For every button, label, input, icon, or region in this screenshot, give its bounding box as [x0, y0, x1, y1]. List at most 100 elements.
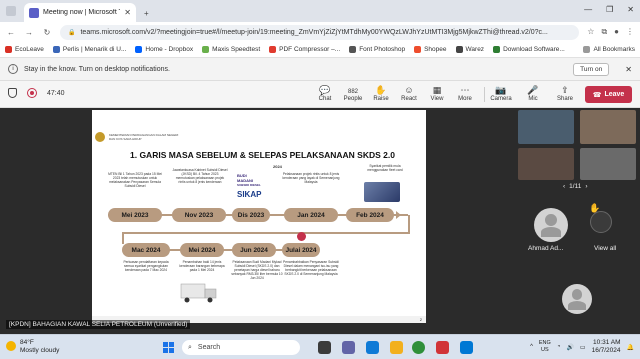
more-label: More: [458, 96, 472, 102]
participant-avatar[interactable]: [534, 208, 568, 242]
bookmark-label: Shopee: [424, 46, 447, 53]
timeline-arrow-icon: [396, 211, 401, 219]
weather-widget[interactable]: 84°F Mostly cloudy: [6, 339, 59, 355]
start-tile: [163, 348, 168, 353]
note-mei-2023: MTEN Bil 1 Tahun 2023 pada 15 Mei 2023 t…: [108, 172, 162, 188]
view-button[interactable]: ▦ View: [424, 84, 450, 102]
participant-video-tile[interactable]: [518, 148, 574, 180]
menu-icon[interactable]: ⋮: [626, 27, 634, 37]
url-field[interactable]: 🔒 teams.microsoft.com/v2/?meetingjoin=tr…: [60, 24, 580, 40]
previous-page-icon[interactable]: ‹: [563, 183, 565, 190]
clock-time: 10:31 AM: [593, 339, 621, 346]
all-bookmarks-button[interactable]: All Bookmarks: [583, 46, 635, 53]
more-button[interactable]: ⋯ More: [452, 84, 478, 102]
forward-button[interactable]: →: [24, 28, 34, 37]
participant-name: Ahmad Ad...: [528, 245, 564, 252]
clock[interactable]: 10:31 AM 16/7/2024: [592, 339, 621, 355]
teams-icon[interactable]: [342, 341, 355, 354]
bookmark-icon: [52, 46, 60, 53]
app-icon[interactable]: [436, 341, 449, 354]
bookmark-item[interactable]: Shopee: [414, 46, 447, 53]
shield-icon: [8, 88, 17, 98]
next-page-icon[interactable]: ›: [585, 183, 587, 190]
view-icon: ▦: [432, 85, 442, 95]
chrome-icon[interactable]: [412, 341, 425, 354]
ministry-name: KEMENTERIAN PERDAGANGAN DALAM NEGERI DAN…: [109, 133, 178, 141]
temperature: 84°F: [20, 339, 34, 346]
self-avatar[interactable]: [562, 284, 592, 314]
mic-button[interactable]: 🎤 Mic: [520, 84, 546, 102]
chat-button[interactable]: 💬 Chat: [312, 84, 338, 102]
outlook-icon[interactable]: [460, 341, 473, 354]
share-button[interactable]: ⇪ Share: [552, 84, 578, 102]
new-tab-button[interactable]: +: [144, 9, 149, 18]
start-button[interactable]: [163, 342, 174, 353]
bookmark-item[interactable]: PDF Compressor –...: [269, 46, 340, 53]
bookmark-item[interactable]: Warez: [455, 46, 484, 53]
notifications-icon[interactable]: 🔔: [627, 344, 634, 351]
weather-text: Mostly cloudy: [20, 347, 60, 354]
reload-button[interactable]: ↻: [42, 28, 52, 37]
battery-icon[interactable]: ▭: [580, 344, 586, 351]
file-explorer-icon[interactable]: [390, 341, 403, 354]
participant-video-tile[interactable]: [518, 110, 574, 144]
chat-label: Chat: [318, 96, 332, 102]
minimize-button[interactable]: —: [584, 5, 592, 14]
milestone-julai-2024: Julai 2024: [282, 243, 320, 257]
camera-button[interactable]: 📷 Camera: [488, 84, 514, 102]
bookmarks-bar: EcoLeave Perlis | Menarik di U... Home -…: [0, 42, 640, 58]
browser-tab-active[interactable]: Meeting now | Microsoft Te ✕: [24, 3, 136, 22]
bookmark-item[interactable]: EcoLeave: [5, 46, 44, 53]
slide-header: KEMENTERIAN PERDAGANGAN DALAM NEGERI DAN…: [95, 132, 178, 142]
tab-actions-menu-icon[interactable]: [6, 6, 16, 16]
extensions-icon[interactable]: ⧉: [601, 27, 607, 37]
gallery-pager: ‹ 1/11 ›: [563, 183, 588, 190]
bookmark-item[interactable]: Download Software...: [493, 46, 565, 53]
view-label: View: [430, 96, 444, 102]
tab-close-icon[interactable]: ✕: [124, 8, 131, 17]
search-icon: ⌕: [188, 343, 192, 351]
react-button[interactable]: ☺ React: [396, 84, 422, 102]
back-button[interactable]: ←: [6, 28, 16, 37]
meeting-timer: 47:40: [47, 89, 65, 97]
maximize-button[interactable]: ❐: [606, 5, 613, 14]
avatar-body: [568, 300, 586, 310]
bookmark-item[interactable]: Maxis Speedtest: [202, 46, 260, 53]
bookmark-label: Maxis Speedtest: [212, 46, 261, 53]
share-icon: ⇪: [561, 85, 569, 95]
note-mac-2024: Perluasan pendaftaran kepada semua syari…: [123, 260, 169, 272]
people-button[interactable]: 882 People: [340, 84, 366, 102]
tray-chevron-icon[interactable]: ^: [530, 344, 533, 350]
people-label: People: [343, 96, 363, 102]
close-window-button[interactable]: ✕: [627, 5, 634, 14]
star-icon[interactable]: ☆: [587, 27, 594, 37]
bookmark-label: Font Photoshop: [359, 46, 406, 53]
wifi-icon[interactable]: ◔: [557, 344, 561, 350]
task-view-icon[interactable]: [318, 341, 331, 354]
raise-label: Raise: [373, 96, 389, 102]
mic-label: Mic: [528, 96, 538, 102]
address-bar-row: ← → ↻ 🔒 teams.microsoft.com/v2/?meetingj…: [0, 22, 640, 42]
bookmark-item[interactable]: Perlis | Menarik di U...: [52, 46, 126, 53]
participant-video-tile[interactable]: [580, 110, 636, 144]
volume-icon[interactable]: 🔊: [566, 344, 573, 351]
turn-on-notifications-button[interactable]: Turn on: [573, 62, 610, 76]
bookmark-item[interactable]: Home - Dropbox: [135, 46, 193, 53]
share-label: Share: [556, 96, 573, 102]
profile-icon[interactable]: ●: [614, 27, 619, 37]
raise-hand-button[interactable]: ✋ Raise: [368, 84, 394, 102]
taskbar-search[interactable]: ⌕ Search: [182, 340, 300, 355]
edge-icon[interactable]: [366, 341, 379, 354]
dismiss-notification-icon[interactable]: ✕: [625, 65, 632, 74]
site-info-icon[interactable]: 🔒: [68, 29, 75, 36]
bookmark-label: PDF Compressor –...: [279, 46, 341, 53]
phone-hangup-icon: ☎: [592, 91, 602, 99]
bookmark-item[interactable]: Font Photoshop: [349, 46, 405, 53]
leave-button[interactable]: ☎ Leave: [585, 86, 632, 103]
participant-video-tile[interactable]: [580, 148, 636, 180]
view-all-button[interactable]: [590, 211, 612, 233]
shared-slide: KEMENTERIAN PERDAGANGAN DALAM NEGERI DAN…: [92, 110, 426, 323]
fleet-card-image: [364, 182, 400, 202]
language-indicator[interactable]: ENG US: [539, 340, 551, 354]
info-icon: i: [8, 64, 18, 74]
